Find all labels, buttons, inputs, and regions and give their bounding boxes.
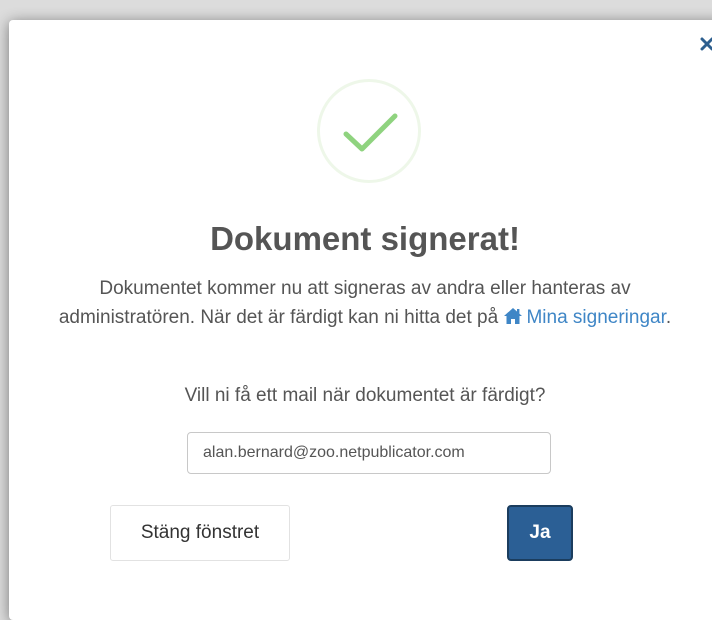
message-end: . [665, 307, 672, 328]
my-signings-link-label: Mina signeringar [526, 307, 666, 328]
yes-button[interactable]: Ja [507, 505, 573, 561]
success-indicator [317, 79, 421, 183]
dialog-title: Dokument signerat! [210, 220, 520, 257]
dialog-message: Dokumentet kommer nu att signeras av and… [50, 274, 680, 334]
close-window-button[interactable]: Stäng fönstret [110, 505, 290, 561]
email-field[interactable] [187, 432, 551, 474]
checkmark-icon [343, 113, 398, 152]
close-icon[interactable] [700, 33, 712, 53]
email-question: Vill ni få ett mail när dokumentet är fä… [184, 385, 546, 406]
my-signings-link[interactable]: Mina signeringar [503, 307, 666, 328]
home-icon [503, 305, 523, 334]
